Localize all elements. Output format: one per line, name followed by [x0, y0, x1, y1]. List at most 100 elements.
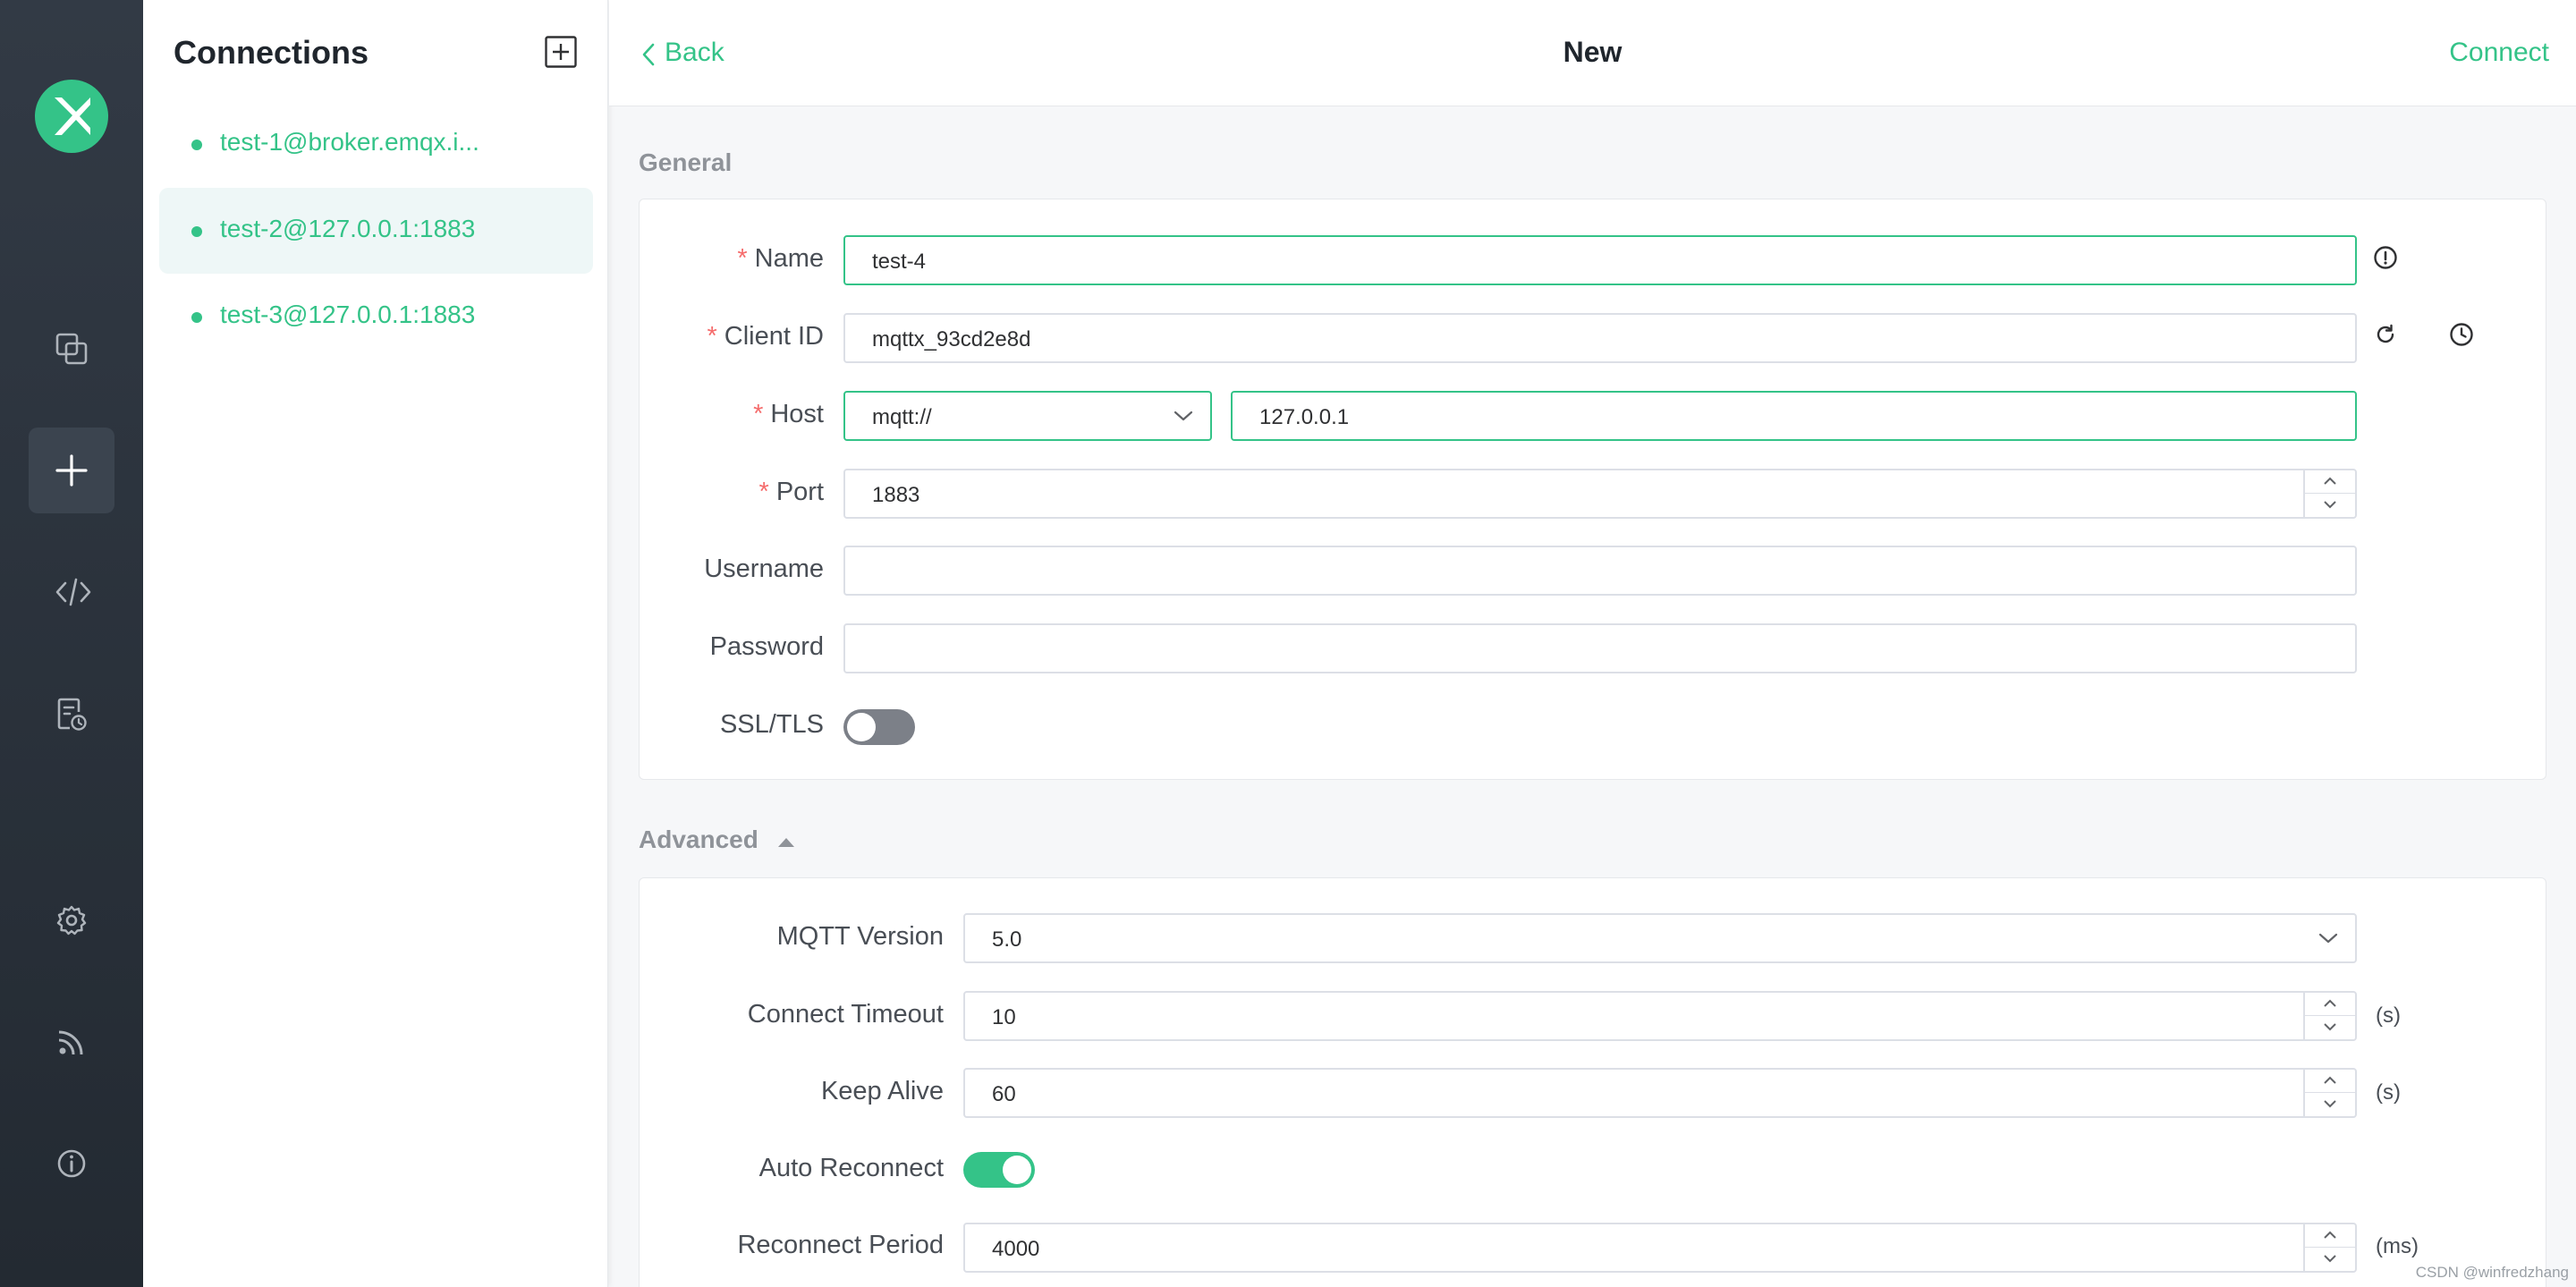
- reconnect-period-input[interactable]: 4000: [963, 1223, 2357, 1273]
- advanced-section-title: Advanced: [639, 826, 758, 853]
- increment-button[interactable]: [2305, 1070, 2355, 1093]
- password-input[interactable]: [843, 623, 2357, 673]
- ssl-toggle[interactable]: [843, 709, 915, 745]
- nav-log[interactable]: [29, 671, 114, 757]
- client-id-value: mqttx_93cd2e8d: [872, 327, 1031, 351]
- decrement-button[interactable]: [2305, 1093, 2355, 1116]
- connect-button[interactable]: Connect: [2449, 38, 2549, 68]
- status-dot: [191, 226, 202, 237]
- decrement-button[interactable]: [2305, 494, 2355, 517]
- chevron-down-icon: [2324, 1100, 2336, 1108]
- plus-icon: [55, 454, 88, 487]
- status-dot: [191, 140, 202, 150]
- chevron-down-icon: [2324, 501, 2336, 509]
- keep-alive-stepper: [2303, 1070, 2355, 1116]
- connection-item-3[interactable]: test-3@127.0.0.1:1883: [159, 274, 593, 360]
- reconnect-period-stepper: [2303, 1224, 2355, 1271]
- increment-button[interactable]: [2305, 1224, 2355, 1248]
- port-stepper: [2303, 470, 2355, 517]
- username-input[interactable]: [843, 546, 2357, 596]
- mqttx-logo[interactable]: [35, 80, 108, 153]
- host-input[interactable]: 127.0.0.1: [1231, 391, 2357, 441]
- auto-reconnect-toggle[interactable]: [963, 1152, 1035, 1188]
- add-connection-button[interactable]: [545, 36, 577, 68]
- protocol-select[interactable]: mqtt://: [843, 391, 1212, 441]
- refresh-icon[interactable]: [2374, 323, 2397, 346]
- chevron-down-icon: [1174, 411, 1193, 421]
- connection-label: test-3@127.0.0.1:1883: [220, 301, 476, 328]
- auto-reconnect-label: Auto Reconnect: [758, 1154, 944, 1182]
- gear-icon: [56, 905, 87, 936]
- connection-item-1[interactable]: test-1@broker.emqx.i...: [159, 101, 593, 187]
- connection-item-2[interactable]: test-2@127.0.0.1:1883: [159, 188, 593, 274]
- decrement-button[interactable]: [2305, 1248, 2355, 1271]
- nav-new-connection[interactable]: [29, 428, 114, 513]
- connections-title: Connections: [174, 34, 369, 71]
- connect-timeout-label: Connect Timeout: [747, 1000, 944, 1029]
- increment-button[interactable]: [2305, 993, 2355, 1016]
- info-circle-icon[interactable]: [2372, 244, 2399, 271]
- host-label: * Host: [753, 400, 824, 429]
- chevron-up-icon: [2324, 1231, 2336, 1239]
- required-mark: *: [707, 322, 717, 351]
- nav-subscriptions[interactable]: [29, 999, 114, 1085]
- logo-mark: [55, 97, 90, 135]
- connections-icon: [55, 333, 88, 365]
- host-label-text: Host: [770, 400, 824, 428]
- name-label-text: Name: [754, 244, 824, 273]
- chevron-up-icon: [2324, 999, 2336, 1007]
- client-id-label-text: Client ID: [724, 322, 824, 351]
- left-nav: [0, 0, 143, 1287]
- port-input[interactable]: 1883: [843, 469, 2357, 519]
- code-icon: [55, 578, 91, 606]
- advanced-card: MQTT Version 5.0 Connect Timeout 10 (s) …: [639, 877, 2546, 1287]
- chevron-up-icon: [2324, 1076, 2336, 1084]
- username-label: Username: [704, 555, 824, 583]
- status-dot: [191, 312, 202, 323]
- top-bar: Back New Connect: [609, 0, 2576, 106]
- chevron-down-icon: [2318, 933, 2338, 944]
- mqtt-version-value: 5.0: [992, 927, 1022, 952]
- client-id-label: * Client ID: [708, 322, 825, 351]
- nav-about[interactable]: [29, 1121, 114, 1207]
- protocol-value: mqtt://: [872, 405, 932, 429]
- keep-alive-input[interactable]: 60: [963, 1068, 2357, 1118]
- general-section-title: General: [639, 148, 733, 176]
- connection-label: test-2@127.0.0.1:1883: [220, 215, 476, 242]
- chevron-up-icon: [2324, 477, 2336, 485]
- nav-scripts[interactable]: [29, 549, 114, 635]
- mqtt-version-label: MQTT Version: [776, 922, 944, 951]
- name-label: * Name: [737, 244, 824, 274]
- advanced-section-toggle[interactable]: Advanced: [639, 826, 796, 854]
- rss-icon: [58, 1030, 83, 1055]
- name-value: test-4: [872, 250, 927, 274]
- toggle-knob: [1003, 1156, 1031, 1184]
- mqtt-version-select[interactable]: 5.0: [963, 913, 2357, 963]
- reconnect-period-unit: (ms): [2376, 1234, 2419, 1258]
- increment-button[interactable]: [2305, 470, 2355, 494]
- keep-alive-unit: (s): [2376, 1080, 2401, 1105]
- general-card: * Name test-4 * Client ID mqttx_93cd2e8d *…: [639, 199, 2546, 780]
- connect-timeout-input[interactable]: 10: [963, 991, 2357, 1041]
- decrement-button[interactable]: [2305, 1016, 2355, 1039]
- watermark: CSDN @winfredzhang: [2415, 1264, 2569, 1281]
- nav-connections[interactable]: [29, 306, 114, 392]
- log-icon: [57, 698, 87, 731]
- connect-timeout-unit: (s): [2376, 1003, 2401, 1028]
- required-mark: *: [753, 400, 764, 428]
- host-value: 127.0.0.1: [1259, 405, 1350, 429]
- nav-settings[interactable]: [29, 877, 114, 963]
- name-input[interactable]: test-4: [843, 235, 2357, 285]
- required-mark: *: [737, 244, 748, 273]
- info-icon: [57, 1149, 86, 1178]
- password-label: Password: [709, 632, 824, 661]
- reconnect-period-label: Reconnect Period: [737, 1231, 944, 1259]
- clock-icon[interactable]: [2448, 321, 2475, 348]
- connections-panel: Connections test-1@broker.emqx.i... test…: [143, 0, 608, 1287]
- keep-alive-value: 60: [992, 1082, 1016, 1106]
- port-label: * Port: [759, 478, 824, 507]
- reconnect-period-value: 4000: [992, 1237, 1040, 1261]
- chevron-down-icon: [2324, 1023, 2336, 1031]
- client-id-input[interactable]: mqttx_93cd2e8d: [843, 313, 2357, 363]
- main-panel: Back New Connect General * Name test-4 * C…: [609, 0, 2576, 1287]
